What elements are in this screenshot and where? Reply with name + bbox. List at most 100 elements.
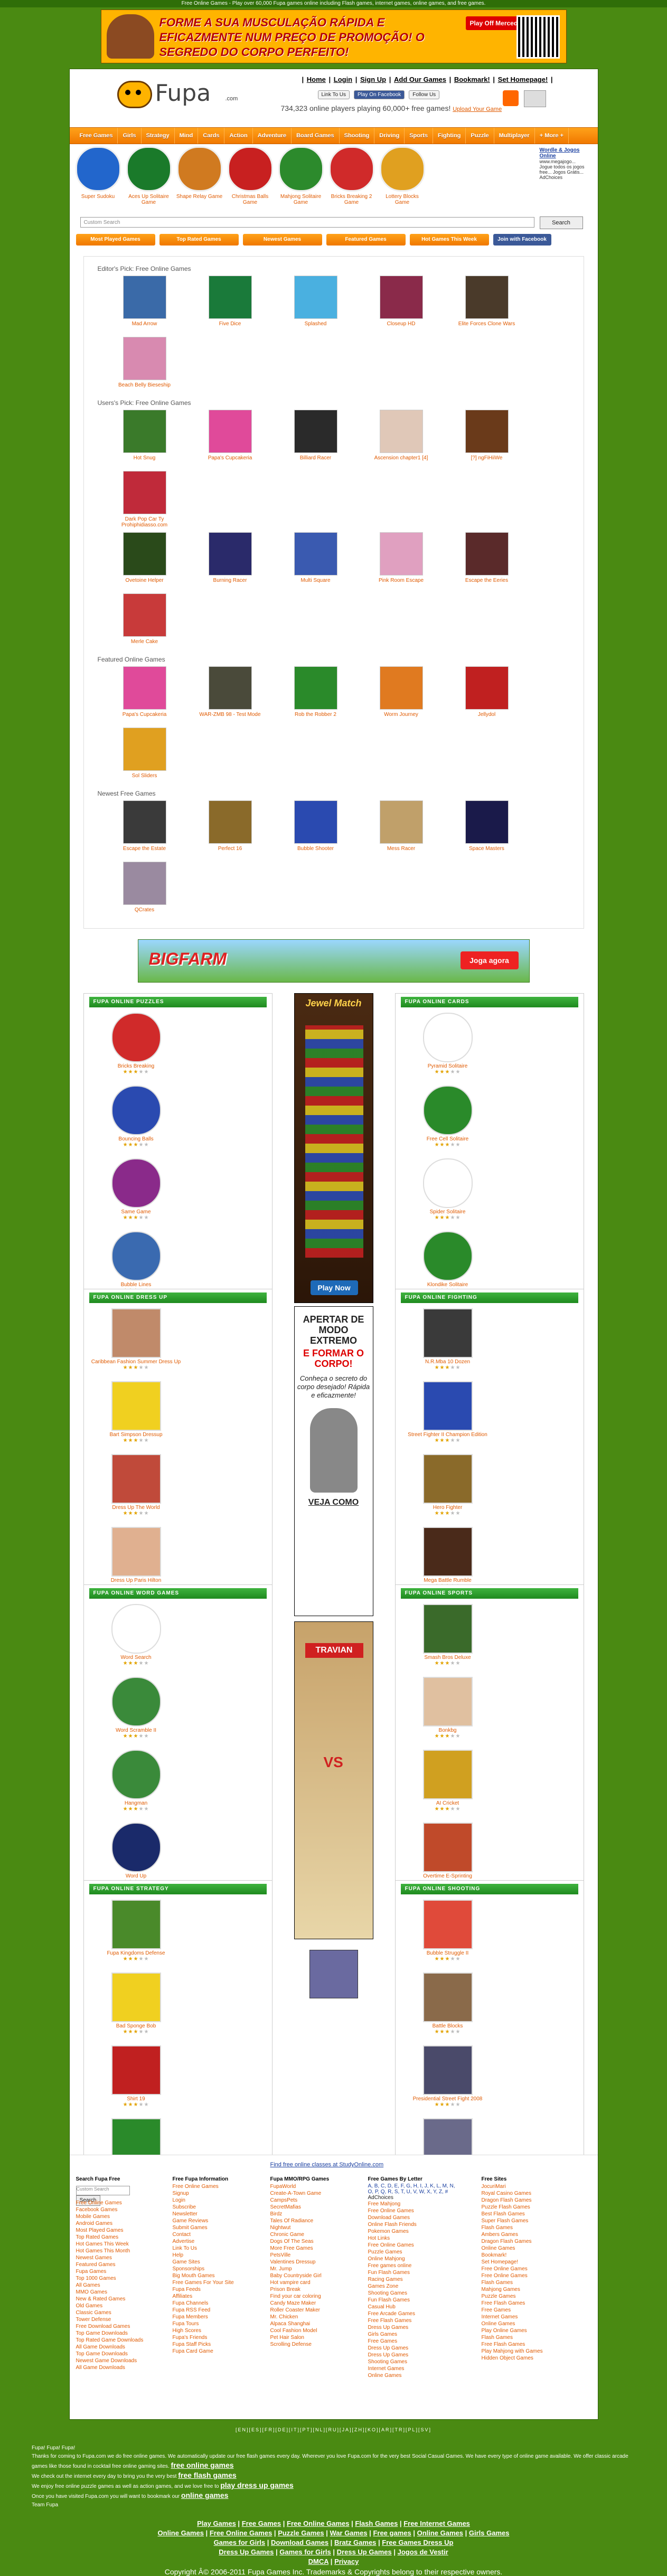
nav-strategy[interactable]: Strategy	[142, 128, 175, 144]
footer-link[interactable]: Free Online Games	[482, 2266, 571, 2272]
game-title[interactable]: Worm Journey	[359, 712, 444, 718]
footer-link[interactable]: Find your car coloring	[270, 2293, 360, 2300]
game-title[interactable]: Mahjong Solitaire Game	[278, 194, 324, 205]
game-tile[interactable]: Burning Racer	[187, 532, 273, 593]
footer-link[interactable]: Shooting Games	[368, 2290, 458, 2297]
game-title[interactable]: Ovetoine Helper	[102, 578, 187, 583]
footer-link[interactable]: Newest Game Downloads	[76, 2357, 166, 2364]
gym-cta[interactable]: VEJA COMO	[295, 1498, 373, 1507]
bottom-link[interactable]: Games for Girls	[214, 2539, 266, 2546]
footer-link[interactable]: Android Games	[76, 2220, 166, 2227]
bottom-link[interactable]: Bratz Games	[334, 2539, 376, 2546]
game-title[interactable]: Bubble Lines	[91, 1282, 181, 1288]
game-tile[interactable]: [?] ngFiHiiWe	[444, 410, 530, 471]
footer-link[interactable]: Birdz	[270, 2211, 360, 2218]
footer-link[interactable]: Free Games For Your Site	[173, 2279, 262, 2286]
footer-link[interactable]: Mobile Games	[76, 2213, 166, 2220]
footer-link[interactable]: Online Games	[482, 2245, 571, 2252]
game-title[interactable]: Dress Up The World	[91, 1505, 181, 1511]
game-thumbnail[interactable]	[379, 666, 423, 710]
bottom-link[interactable]: Free Online Games	[210, 2529, 273, 2537]
home-link[interactable]: Home	[307, 76, 326, 83]
nav-adventure[interactable]: Adventure	[253, 128, 292, 144]
game-tile[interactable]: Bad Sponge Bob ★★★★★	[91, 1973, 181, 2045]
game-thumbnail[interactable]	[465, 410, 509, 453]
game-thumbnail[interactable]	[123, 666, 166, 710]
game-thumbnail[interactable]	[111, 1604, 161, 1654]
bottom-link[interactable]: Flash Games	[355, 2520, 398, 2527]
nav-sports[interactable]: Sports	[405, 128, 434, 144]
featured-game[interactable]: Bricks Breaking 2 Game	[328, 146, 375, 215]
footer-link[interactable]: Hot Games This Week	[76, 2241, 166, 2248]
game-tile[interactable]: Word Scramble II ★★★★★	[91, 1677, 181, 1750]
game-tile[interactable]: Papa's Cupcakeria	[102, 666, 187, 728]
footer-link[interactable]: Fupa Card Game	[173, 2348, 262, 2355]
footer-link[interactable]: Dragon Flash Games	[482, 2238, 571, 2245]
bottom-link[interactable]: Privacy	[334, 2558, 359, 2565]
footer-link[interactable]: Online Games	[482, 2320, 571, 2327]
bottom-link[interactable]: Free Games Dress Up	[382, 2539, 453, 2546]
game-title[interactable]: Escape the Estate	[102, 846, 187, 852]
footer-link[interactable]: FupaWorld	[270, 2183, 360, 2190]
footer-link[interactable]: Casual Hub	[368, 2304, 458, 2310]
game-tile[interactable]: Five Dice	[187, 276, 273, 337]
game-thumbnail[interactable]	[111, 1158, 161, 1208]
footer-link[interactable]: Games Zone	[368, 2283, 458, 2290]
rss-icon[interactable]	[502, 90, 519, 106]
game-thumbnail[interactable]	[422, 1231, 473, 1281]
game-tile[interactable]: Jellydol	[444, 666, 530, 728]
game-thumbnail[interactable]	[328, 146, 374, 192]
footer-link[interactable]: Free Download Games	[76, 2323, 166, 2330]
game-thumbnail[interactable]	[123, 337, 166, 380]
game-thumbnail[interactable]	[111, 1308, 161, 1358]
game-thumbnail[interactable]	[123, 471, 166, 514]
footer-link[interactable]: Shooting Games	[368, 2358, 458, 2365]
game-title[interactable]: Dress Up Paris Hilton	[91, 1578, 181, 1583]
game-title[interactable]: N.R.Mba 10 Dozen	[403, 1359, 493, 1365]
about-highlight4[interactable]: online games	[181, 2491, 228, 2499]
game-title[interactable]: QCrates	[102, 907, 187, 913]
game-tile[interactable]: Pink Room Escape	[359, 532, 444, 593]
game-title[interactable]: Bart Simpson Dressup	[91, 1432, 181, 1438]
footer-link[interactable]: Roller Coaster Maker	[270, 2307, 360, 2314]
footer-link[interactable]: Affiliates	[173, 2293, 262, 2300]
game-thumbnail[interactable]	[422, 1158, 473, 1208]
footer-link[interactable]: Top Rated Game Downloads	[76, 2337, 166, 2344]
game-title[interactable]: Merle Cake	[102, 639, 187, 645]
bottom-link[interactable]: Jogos de Vestir	[398, 2548, 448, 2556]
game-title[interactable]: Mega Battle Rumble	[403, 1578, 493, 1583]
jewel-play-button[interactable]: Play Now	[310, 1280, 358, 1295]
game-thumbnail[interactable]	[123, 532, 166, 575]
game-title[interactable]: Papa's Cupcakeria	[102, 712, 187, 718]
footer-link[interactable]: Online Flash Friends	[368, 2221, 458, 2228]
game-tile[interactable]: Multi Square	[273, 532, 359, 593]
footer-link[interactable]: Top 1000 Games	[76, 2275, 166, 2282]
footer-link[interactable]: Sponsorships	[173, 2266, 262, 2272]
jewel-match-ad[interactable]: Jewel Match Play Now	[294, 993, 373, 1303]
small-ad[interactable]	[309, 1950, 358, 1998]
footer-link[interactable]: Contact	[173, 2231, 262, 2238]
signup-link[interactable]: Sign Up	[360, 76, 386, 83]
game-title[interactable]: Bonkbg	[403, 1728, 493, 1733]
footer-link[interactable]: Play Online Games	[482, 2327, 571, 2334]
ad-headline[interactable]: FORME A SUA MUSCULAÇÃO RÁPIDA E EFICAZME…	[159, 15, 455, 60]
game-thumbnail[interactable]	[422, 1013, 473, 1062]
bottom-link[interactable]: Games for Girls	[279, 2548, 331, 2556]
footer-link[interactable]: Flash Games	[482, 2224, 571, 2231]
footer-link[interactable]: Hot vampire card	[270, 2279, 360, 2286]
featured-game[interactable]: Aces Up Solitaire Game	[126, 146, 172, 215]
about-highlight2[interactable]: free flash games	[178, 2471, 237, 2479]
game-thumbnail[interactable]	[422, 1527, 473, 1577]
game-thumbnail[interactable]	[379, 146, 425, 192]
game-title[interactable]: Escape the Eeries	[444, 578, 530, 583]
game-title[interactable]: Word Search	[91, 1655, 181, 1660]
footer-link[interactable]: All Game Downloads	[76, 2344, 166, 2351]
footer-link[interactable]: Royal Casino Games	[482, 2190, 571, 2197]
nav-more[interactable]: + More +	[535, 128, 569, 144]
footer-link[interactable]: Free Games	[368, 2338, 458, 2345]
game-thumbnail[interactable]	[465, 666, 509, 710]
bottom-link[interactable]: Free Games	[242, 2520, 281, 2527]
footer-link[interactable]: Fupa Channels	[173, 2300, 262, 2307]
footer-link[interactable]: Super Flash Games	[482, 2218, 571, 2224]
game-tile[interactable]: WAR-ZMB 98 - Test Mode	[187, 666, 273, 728]
